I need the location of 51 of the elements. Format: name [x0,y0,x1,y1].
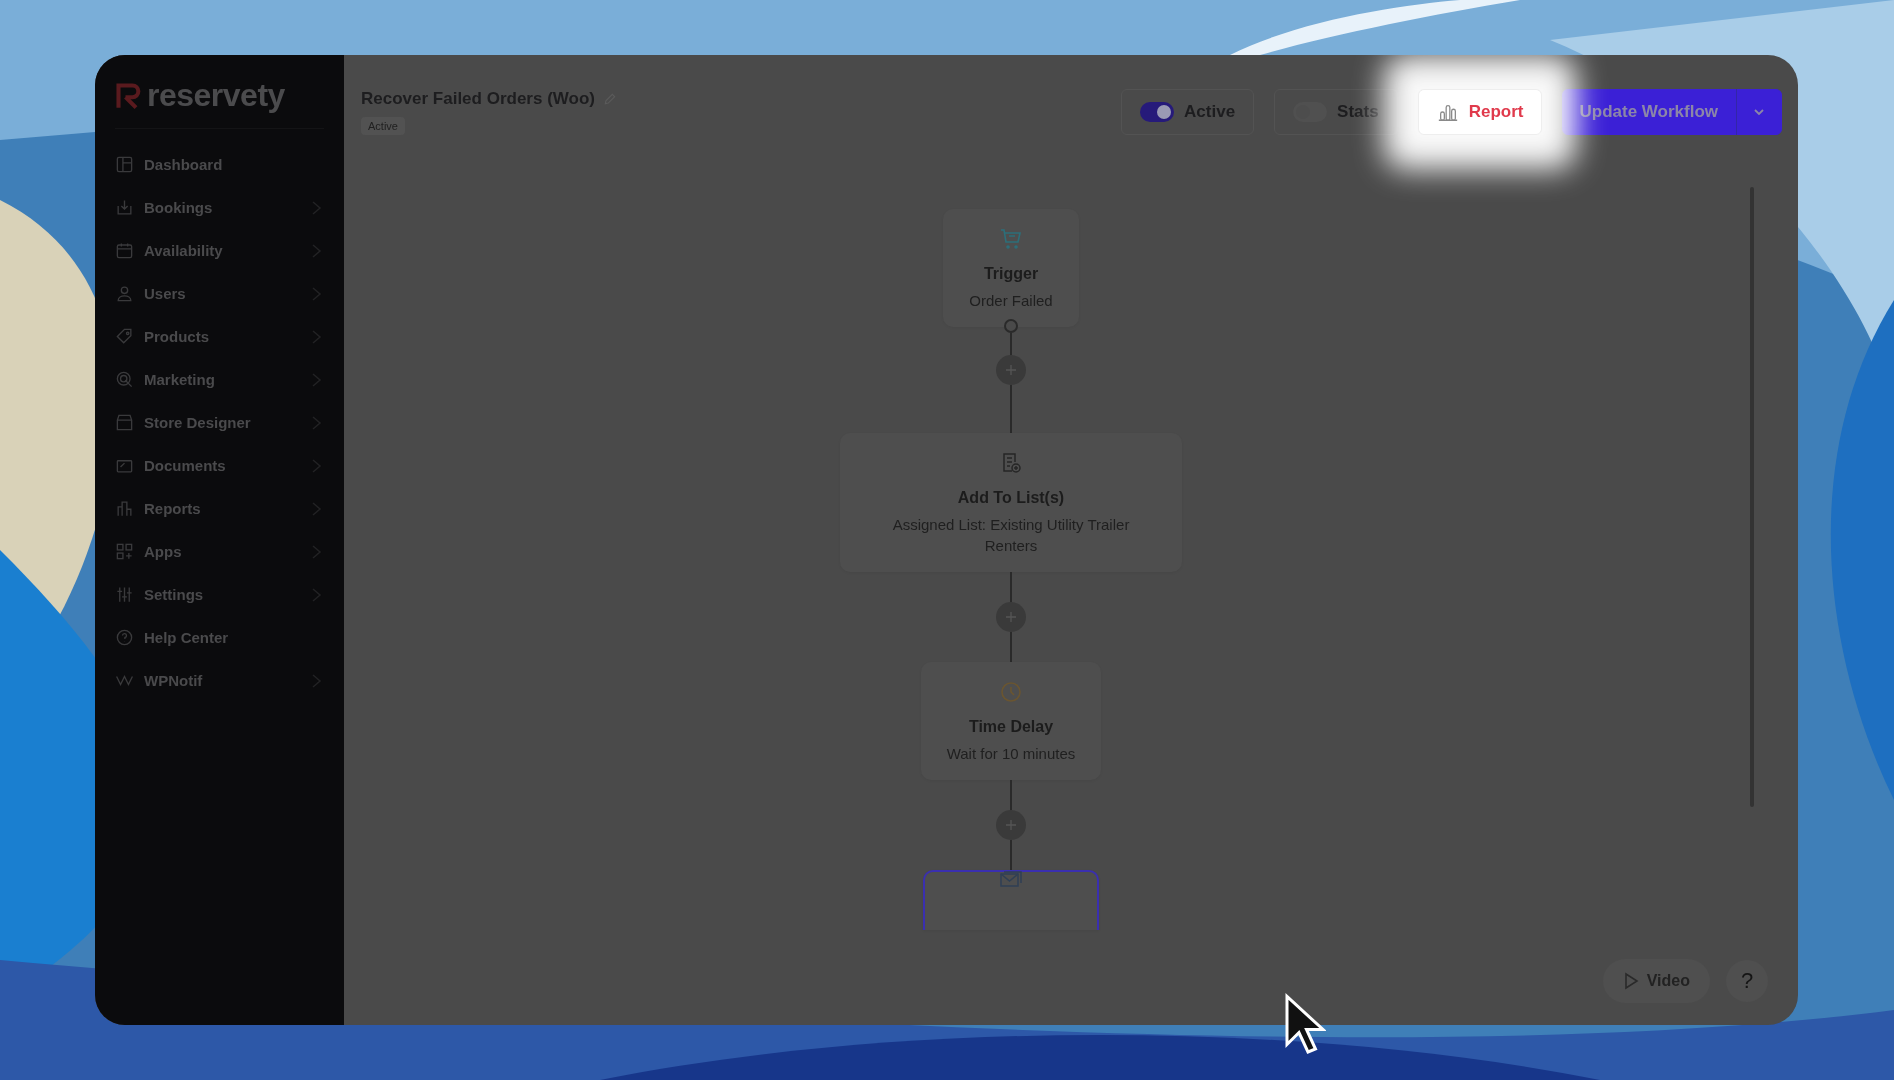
sidebar-item[interactable]: Settings [115,573,344,616]
add-step-button[interactable] [996,601,1026,632]
connector-port[interactable] [1004,319,1018,334]
report-button[interactable]: Report [1417,89,1543,135]
plus-icon [1005,364,1017,377]
logo-icon [115,81,143,110]
chevron-icon [310,371,322,388]
caret-icon [1753,108,1765,116]
chevron-icon [310,285,322,302]
sidebar-item[interactable]: Store Designer [115,401,344,444]
help-icon [115,628,134,647]
chevron-icon [310,414,322,431]
chevron-icon [310,242,322,259]
brand-name: reservety [147,77,285,114]
clock-icon [999,679,1023,704]
marketing-icon [115,370,134,389]
plus-icon [1005,610,1017,623]
bookings-icon [115,198,134,217]
store-icon [115,413,134,432]
user-icon [115,284,134,303]
add-step-button[interactable] [996,355,1026,386]
sidebar-item[interactable]: Products [115,315,344,358]
apps-icon [115,542,134,561]
cart-icon [999,227,1023,251]
chevron-icon [310,457,322,474]
chevron-icon [310,586,322,603]
help-button[interactable]: ? [1726,960,1768,1002]
sidebar-item[interactable]: Help Center [115,616,344,659]
chevron-icon [310,328,322,345]
sidebar-item[interactable]: Documents [115,444,344,487]
play-icon [1622,972,1639,990]
calendar-icon [115,241,134,260]
sidebar-item[interactable]: Apps [115,530,344,573]
mouse-pointer-icon [1284,993,1326,1057]
sidebar-item[interactable]: Dashboard [115,143,344,186]
dashboard-icon [115,155,134,174]
sidebar-item[interactable]: Availability [115,229,344,272]
chevron-icon [310,500,322,517]
workflow-node[interactable] [923,870,1099,930]
sidebar-item[interactable]: Bookings [115,186,344,229]
settings-icon [115,585,134,604]
tag-icon [115,327,134,346]
sidebar-item[interactable]: Reports [115,487,344,530]
reports-icon [115,499,134,518]
chevron-icon [310,672,322,689]
sidebar-item[interactable]: Marketing [115,358,344,401]
plus-icon [1005,819,1017,831]
add-step-button[interactable] [996,810,1026,840]
sidebar-item[interactable]: WPNotif [115,659,344,702]
sidebar-item[interactable]: Users [115,272,344,315]
chevron-icon [310,543,322,560]
